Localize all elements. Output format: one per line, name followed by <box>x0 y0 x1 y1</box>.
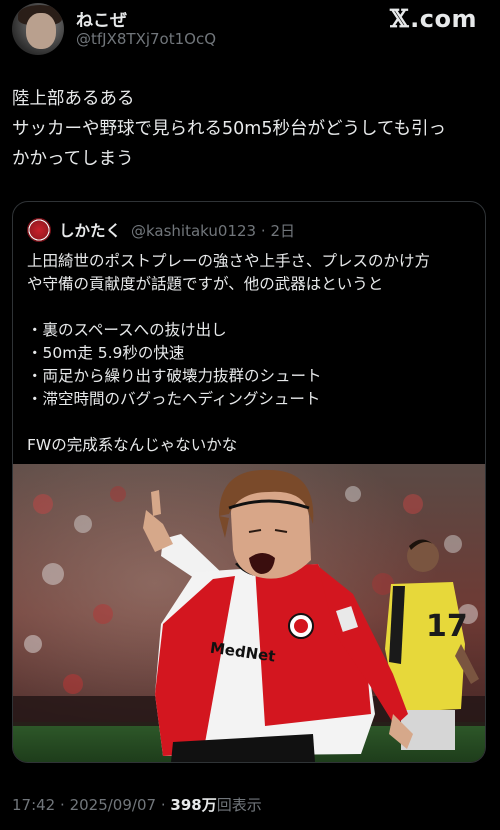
quote-author-name: しかたく <box>59 222 122 240</box>
footer-separator: · <box>60 796 65 814</box>
quote-media-image[interactable]: 17 MedNet <box>13 464 485 762</box>
footer-separator: · <box>160 796 166 814</box>
tweet-line: かかってしまう <box>12 149 134 169</box>
quote-line <box>27 296 477 319</box>
quote-age: 2日 <box>270 222 295 240</box>
author-avatar[interactable] <box>12 3 64 55</box>
x-logo-icon: 𝕏 <box>390 4 410 33</box>
yellow-player-number: 17 <box>426 609 468 644</box>
quoted-tweet[interactable]: しかたく @kashitaku0123 · 2日 上田綺世のポストプレーの強さや… <box>12 201 486 763</box>
tweet-line: サッカーや野球で見られる50m5秒台がどうしても引っ <box>12 119 447 139</box>
quote-author-avatar <box>27 218 51 242</box>
quote-separator: · <box>260 222 266 240</box>
tweet-date[interactable]: 2025/09/07 <box>70 796 156 814</box>
quote-author-handle: @kashitaku0123 <box>131 222 257 240</box>
avatar-face <box>26 13 56 49</box>
quote-body: 上田綺世のポストプレーの強さや上手さ、プレスのかけ方 や守備の貢献度が話題ですが… <box>27 250 477 457</box>
quote-line: FWの完成系なんじゃないかな <box>27 436 238 454</box>
views-label: 回表示 <box>216 796 262 814</box>
author-handle[interactable]: @tfJX8TXj7ot1OcQ <box>76 30 216 48</box>
tweet-time[interactable]: 17:42 <box>12 796 55 814</box>
tweet-header: ねこぜ @tfJX8TXj7ot1OcQ 𝕏.com <box>0 0 500 62</box>
quote-line: ・両足から繰り出す破壊力抜群のシュート <box>27 367 322 385</box>
quote-line: ・裏のスペースへの抜け出し <box>27 321 227 339</box>
quote-meta: @kashitaku0123 · 2日 <box>131 220 295 241</box>
views-count: 398万 <box>170 796 217 814</box>
x-logo-text: .com <box>410 5 477 33</box>
x-logo[interactable]: 𝕏.com <box>390 4 477 33</box>
tweet-footer: 17:42 · 2025/09/07 · 398万回表示 <box>12 794 262 815</box>
quote-line: ・50m走 5.9秒の快速 <box>27 344 185 362</box>
author-display-name[interactable]: ねこぜ <box>76 6 127 31</box>
quote-line <box>27 411 477 434</box>
tweet-line: 陸上部あるある <box>12 89 135 109</box>
tweet-body: 陸上部あるある サッカーや野球で見られる50m5秒台がどうしても引っ かかってし… <box>12 84 488 174</box>
quote-line: 上田綺世のポストプレーの強さや上手さ、プレスのかけ方 <box>27 252 431 270</box>
quote-line: や守備の貢献度が話題ですが、他の武器はというと <box>27 275 384 293</box>
football-photo: 17 MedNet <box>13 464 485 762</box>
quote-line: ・滞空時間のバグったヘディングシュート <box>27 390 321 408</box>
